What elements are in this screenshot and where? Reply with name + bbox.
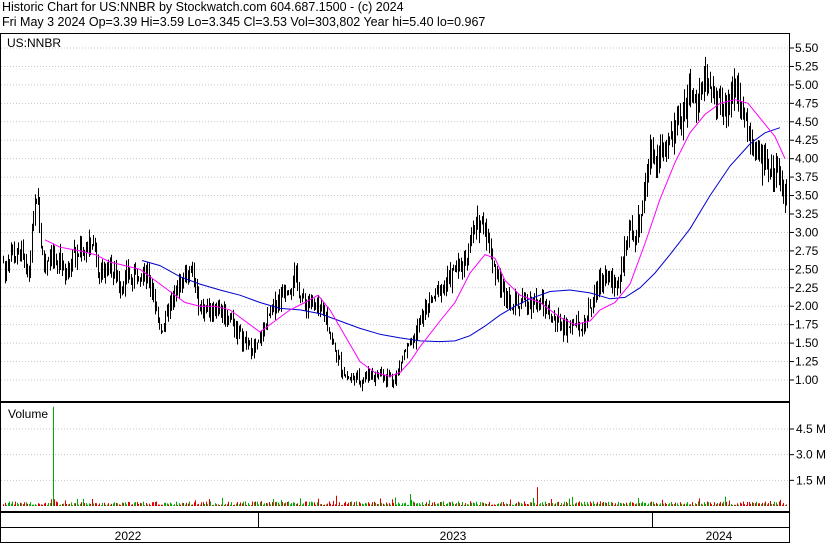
price-tick-label: 5.50 — [795, 41, 819, 55]
volume-tick-label: 4.5 M — [796, 422, 826, 436]
price-tick-label: 5.25 — [795, 59, 819, 73]
price-tick-label: 1.25 — [795, 355, 819, 369]
price-tick-label: 2.50 — [795, 262, 819, 276]
price-tick-label: 4.25 — [795, 133, 819, 147]
price-panel-frame — [0, 33, 790, 402]
price-tick-label: 3.50 — [795, 189, 819, 203]
price-tick-label: 2.75 — [795, 244, 819, 258]
volume-panel-title: Volume — [8, 407, 48, 421]
price-tick-label: 2.25 — [795, 281, 819, 295]
price-tick-label: 2.00 — [795, 299, 819, 313]
price-tick-label: 4.50 — [795, 115, 819, 129]
volume-axis-labels: 4.5 M 3.0 M 1.5 M — [789, 422, 826, 487]
price-tick-label: 3.75 — [795, 170, 819, 184]
price-axis-labels: 5.50 5.25 5.00 4.75 4.50 4.25 4.00 3.75 3.50 3.25… — [789, 41, 819, 387]
volume-tick-label: 1.5 M — [796, 473, 826, 487]
price-tick-label: 5.00 — [795, 78, 819, 92]
price-tick-label: 4.00 — [795, 152, 819, 166]
price-tick-label: 1.50 — [795, 336, 819, 350]
price-tick-label: 1.00 — [795, 373, 819, 387]
price-tick-label: 3.25 — [795, 207, 819, 221]
price-tick-label: 4.75 — [795, 96, 819, 110]
year-label: 2023 — [440, 529, 467, 543]
volume-tick-label: 3.0 M — [796, 448, 826, 462]
year-label: 2024 — [706, 529, 733, 543]
stock-chart: US:NNBR 5.505.255.004.754.504.254.003.75… — [0, 33, 826, 543]
price-tick-label: 1.75 — [795, 318, 819, 332]
price-tick-label: 3.00 — [795, 225, 819, 239]
year-label: 2022 — [115, 529, 142, 543]
volume-panel-frame — [0, 402, 790, 512]
